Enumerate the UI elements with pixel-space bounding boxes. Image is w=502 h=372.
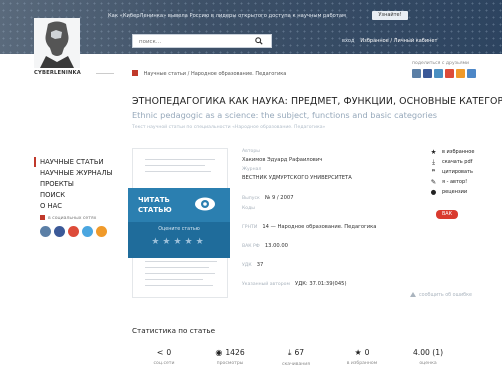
udk-label: УДК bbox=[242, 263, 252, 268]
facebook-share-icon[interactable] bbox=[423, 69, 432, 78]
google-share-icon[interactable] bbox=[445, 69, 454, 78]
google-plus-icon[interactable] bbox=[68, 226, 79, 237]
search-icon[interactable] bbox=[255, 37, 263, 45]
report-error-link[interactable]: сообщить об ошибке bbox=[410, 292, 472, 298]
account-link[interactable]: Избранное / Личный кабинет bbox=[360, 38, 437, 44]
read-article-panel: ЧИТАТЬ СТАТЬЮ Оцените статью ★★★★★ bbox=[128, 188, 230, 258]
preview-line bbox=[145, 279, 203, 280]
preview-line bbox=[145, 171, 211, 172]
journal-value[interactable]: ВЕСТНИК УДМУРТСКОГО УНИВЕРСИТЕТА bbox=[242, 174, 402, 182]
issue-label: Выпуск bbox=[242, 196, 260, 201]
preview-line bbox=[145, 159, 215, 160]
breadcrumb-item-category[interactable]: Народное образование. Педагогика bbox=[191, 71, 286, 77]
article-meta: Авторы Хакимов Эдуард Рафаилович Журнал ВЕ… bbox=[242, 148, 402, 291]
udk-author-label: Указанный автором bbox=[242, 282, 290, 287]
odnoklassniki-icon[interactable] bbox=[96, 226, 107, 237]
share-label: поделиться с друзьями bbox=[412, 61, 470, 66]
breadcrumb-item-articles[interactable]: Научные статьи bbox=[144, 71, 186, 77]
article-actions: ★ в избранное ⤓ скачать pdf ❞ цитировать ✎ я… bbox=[430, 147, 475, 197]
codes-label: Коды bbox=[242, 206, 255, 211]
warning-icon bbox=[410, 292, 416, 297]
sidebar-nav: НАУЧНЫЕ СТАТЬИ НАУЧНЫЕ ЖУРНАЛЫ ПРОЕКТЫ П… bbox=[40, 157, 113, 212]
grnti-label: ГРНТИ bbox=[242, 225, 258, 230]
stats-row: <0 соц.сети ◉ 1426 просмотры ⤓ 67 скачивания … bbox=[132, 348, 462, 372]
preview-line bbox=[145, 273, 215, 274]
social-label: в социальных сетях bbox=[40, 215, 96, 221]
favorite-action[interactable]: ★ в избранное bbox=[430, 147, 475, 157]
page: Как «КиберЛенинка» вывела Россию в лидер… bbox=[0, 0, 502, 372]
facebook-icon[interactable] bbox=[54, 226, 65, 237]
vk-share-icon[interactable] bbox=[412, 69, 421, 78]
twitter-share-icon[interactable] bbox=[434, 69, 443, 78]
social-icons bbox=[40, 226, 107, 237]
stat-rating: 4.00 (1) оценка bbox=[412, 348, 444, 366]
preview-line bbox=[145, 285, 213, 286]
eye-icon bbox=[195, 197, 215, 211]
logo-portrait-icon[interactable] bbox=[34, 18, 80, 68]
stats-title: Статистика по статье bbox=[132, 326, 216, 335]
home-icon[interactable] bbox=[132, 70, 138, 76]
pen-icon: ✎ bbox=[430, 178, 437, 186]
stat-downloads: ⤓ 67 скачивания bbox=[281, 348, 311, 367]
rate-label: Оцените статью bbox=[158, 227, 200, 232]
udk-author-value: УДК: 37.01:39(045) bbox=[295, 281, 347, 287]
share-icon: < bbox=[156, 348, 164, 357]
eye-icon: ◉ bbox=[215, 348, 223, 357]
announcement-text[interactable]: Как «КиберЛенинка» вывела Россию в лидер… bbox=[108, 13, 346, 19]
issue-value[interactable]: № 9 / 2007 bbox=[265, 195, 294, 201]
nav-item-about[interactable]: О НАС bbox=[40, 201, 113, 212]
preview-line bbox=[145, 165, 205, 166]
stat-views: ◉ 1426 просмотры bbox=[215, 348, 245, 366]
star-icon: ★ bbox=[430, 148, 437, 156]
download-pdf-action[interactable]: ⤓ скачать pdf bbox=[430, 157, 474, 167]
logo-text[interactable]: CYBERLENINKA bbox=[34, 70, 81, 76]
article-subject[interactable]: Текст научной статьи по специальности «Н… bbox=[132, 125, 325, 130]
breadcrumb: Научные статьи / Народное образование. П… bbox=[132, 70, 286, 77]
reviews-icon: ● bbox=[430, 188, 437, 196]
search-box[interactable] bbox=[132, 34, 272, 48]
read-article-button[interactable]: ЧИТАТЬ СТАТЬЮ bbox=[128, 188, 230, 222]
nav-item-articles[interactable]: НАУЧНЫЕ СТАТЬИ bbox=[40, 157, 113, 168]
article-subtitle: Ethnic pedagogic as a science: the subje… bbox=[132, 110, 438, 120]
vak-label: ВАК РФ bbox=[242, 244, 260, 249]
announcement-button[interactable]: Узнайте! bbox=[372, 11, 408, 20]
reviews-action[interactable]: ● рецензии bbox=[430, 187, 474, 197]
vk-icon[interactable] bbox=[40, 226, 51, 237]
share-icons bbox=[412, 69, 476, 78]
author-value[interactable]: Хакимов Эдуард Рафаилович bbox=[242, 156, 402, 164]
social-mark-icon bbox=[40, 215, 45, 220]
vak-badge[interactable]: ВАК bbox=[436, 210, 458, 219]
stat-social: <0 соц.сети bbox=[153, 348, 175, 366]
read-article-label: ЧИТАТЬ СТАТЬЮ bbox=[138, 196, 172, 214]
logo-divider bbox=[96, 73, 114, 74]
nav-active-indicator bbox=[34, 157, 36, 167]
udk-value[interactable]: 37 bbox=[257, 262, 264, 268]
preview-line bbox=[145, 261, 217, 262]
twitter-icon[interactable] bbox=[82, 226, 93, 237]
preview-line bbox=[145, 267, 209, 268]
journal-label: Журнал bbox=[242, 167, 262, 172]
nav-item-journals[interactable]: НАУЧНЫЕ ЖУРНАЛЫ bbox=[40, 168, 113, 179]
nav-item-projects[interactable]: ПРОЕКТЫ bbox=[40, 179, 113, 190]
star-icon: ★ bbox=[354, 348, 362, 357]
login-link[interactable]: вход bbox=[342, 38, 354, 44]
grnti-value[interactable]: 14 — Народное образование. Педагогика bbox=[262, 224, 376, 230]
mail-share-icon[interactable] bbox=[467, 69, 476, 78]
cite-action[interactable]: ❞ цитировать bbox=[430, 167, 474, 177]
quote-icon: ❞ bbox=[431, 168, 436, 176]
nav-item-search[interactable]: ПОИСК bbox=[40, 190, 113, 201]
stat-favorites: ★ 0 в избранном bbox=[346, 348, 378, 366]
article-title: ЭТНОПЕДАГОГИКА КАК НАУКА: ПРЕДМЕТ, ФУНКЦ… bbox=[132, 96, 502, 107]
rating-stars[interactable]: ★★★★★ bbox=[128, 237, 230, 247]
download-icon: ⤓ bbox=[432, 158, 435, 166]
search-input[interactable] bbox=[139, 37, 249, 46]
author-label: Авторы bbox=[242, 149, 260, 154]
download-icon: ⤓ bbox=[287, 348, 292, 357]
vak-value[interactable]: 13.00.00 bbox=[265, 243, 288, 249]
auth-links: вход Избранное / Личный кабинет bbox=[342, 38, 437, 44]
odnoklassniki-share-icon[interactable] bbox=[456, 69, 465, 78]
author-action[interactable]: ✎ я - автор! bbox=[430, 177, 474, 187]
social-label-text: в социальных сетях bbox=[48, 216, 97, 221]
